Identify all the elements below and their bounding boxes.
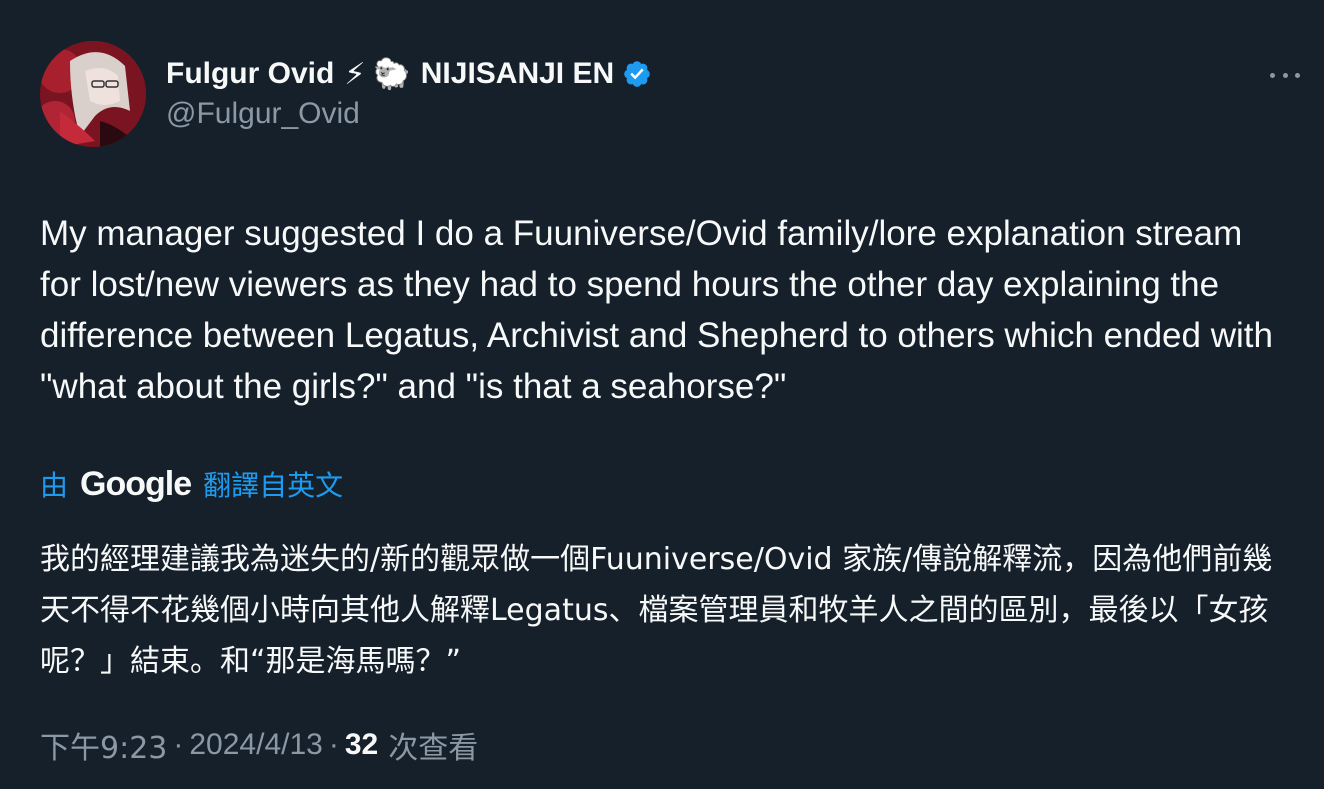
author-org-name[interactable]: NIJISANJI EN xyxy=(421,57,614,91)
author-handle[interactable]: @Fulgur_Ovid xyxy=(166,97,360,131)
avatar[interactable] xyxy=(40,41,146,147)
translated-from-link[interactable]: 翻譯自英文 xyxy=(203,464,343,504)
author-name-row[interactable]: Fulgur Ovid ⚡ 🐑 NIJISANJI EN xyxy=(166,54,652,94)
more-dot xyxy=(1295,72,1300,78)
meta-separator: · xyxy=(328,728,339,761)
translated-text: 我的經理建議我為迷失的/新的觀眾做一個Fuuniverse/Ovid 家族/傳說… xyxy=(40,542,1273,679)
meta-separator: · xyxy=(173,728,184,761)
tweet-container: Fulgur Ovid ⚡ 🐑 NIJISANJI EN @Fulgur_Ovi… xyxy=(0,0,1324,789)
more-dot xyxy=(1282,72,1288,78)
avatar-image xyxy=(40,41,146,147)
tweet-text: My manager suggested I do a Fuuniverse/O… xyxy=(40,214,1273,406)
more-horizontal-icon[interactable] xyxy=(1270,70,1300,80)
tweet-time[interactable]: 下午9:23 xyxy=(40,723,167,767)
views-count[interactable]: 32 xyxy=(345,728,378,762)
verified-badge-icon[interactable] xyxy=(622,59,652,89)
author-display-name[interactable]: Fulgur Ovid xyxy=(166,57,334,91)
google-logo: Google xyxy=(80,464,192,503)
views-label: 次查看 xyxy=(388,731,479,766)
lightning-emoji: ⚡ xyxy=(344,56,366,92)
translated-by-label: 由 xyxy=(40,469,69,502)
translation-attribution: 由 Google 翻譯自英文 xyxy=(40,462,343,506)
more-dot xyxy=(1270,72,1275,78)
tweet-meta: 下午9:23 · 2024/4/13 · 32 次查看 xyxy=(40,724,478,766)
tweet-date[interactable]: 2024/4/13 xyxy=(189,728,322,762)
sheep-emoji: 🐑 xyxy=(373,56,411,92)
